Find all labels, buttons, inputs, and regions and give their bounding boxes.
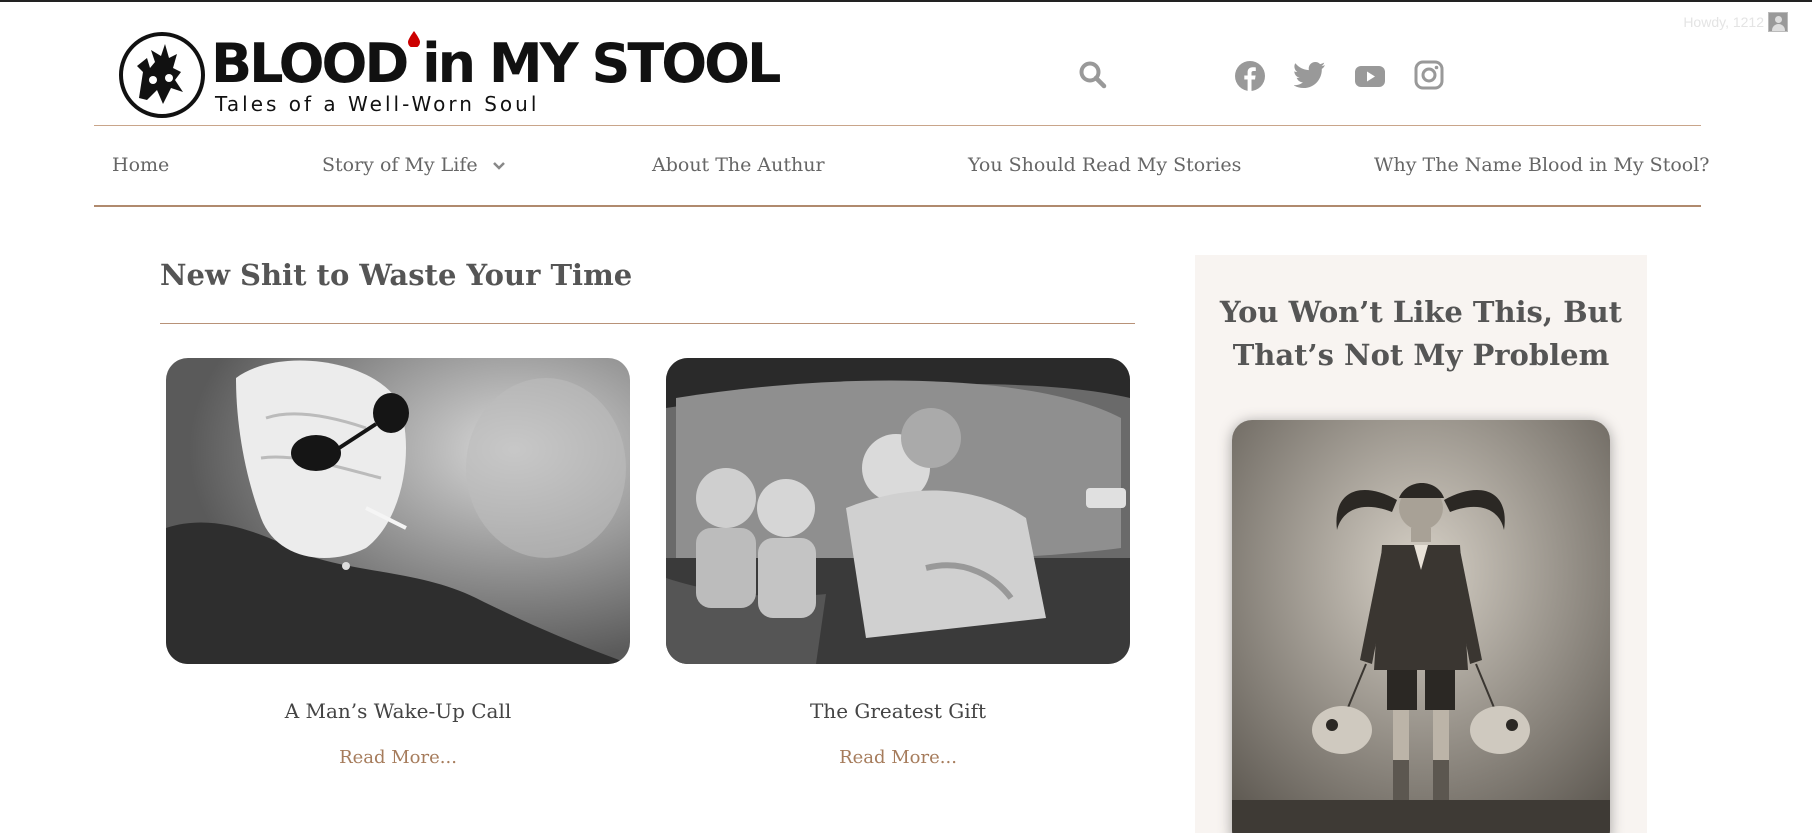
youtube-icon[interactable] [1354, 60, 1386, 92]
read-more-link[interactable]: Read More... [166, 747, 630, 768]
nav-item-label: Story of My Life [322, 154, 478, 176]
post-title[interactable]: The Greatest Gift [666, 699, 1130, 723]
section-title: New Shit to Waste Your Time [160, 258, 633, 292]
admin-greeting[interactable]: Howdy, 1212 [1683, 14, 1764, 30]
sidebar-title-line: You Won’t Like This, But [1219, 295, 1623, 329]
logo-tagline: Tales of a Well-Worn Soul [215, 92, 540, 116]
facebook-icon[interactable] [1234, 60, 1266, 92]
read-more-link[interactable]: Read More... [666, 747, 1130, 768]
section-divider [160, 323, 1135, 324]
search-icon[interactable] [1078, 60, 1110, 92]
nav-item-story-of-my-life[interactable]: Story of My Life [322, 154, 506, 176]
user-avatar-icon[interactable] [1768, 12, 1788, 32]
sidebar-widget: You Won’t Like This, But That’s Not My P… [1195, 255, 1647, 833]
logo-title: BLOOD in MY STOOL [211, 32, 781, 95]
chevron-down-icon[interactable] [492, 161, 506, 171]
post-image[interactable] [166, 358, 630, 664]
sidebar-title: You Won’t Like This, But That’s Not My P… [1195, 291, 1647, 377]
sidebar-title-line: That’s Not My Problem [1232, 338, 1610, 372]
nav-item-about-the-authur[interactable]: About The Authur [652, 154, 825, 176]
logo-emblem-icon [119, 32, 205, 118]
nav-item-why-the-name[interactable]: Why The Name Blood in My Stool? [1374, 154, 1709, 176]
post-image[interactable] [666, 358, 1130, 664]
main-nav: Home Story of My Life About The Authur Y… [94, 125, 1709, 207]
blood-drop-icon [408, 31, 420, 47]
post-title[interactable]: A Man’s Wake-Up Call [166, 699, 630, 723]
twitter-icon[interactable] [1293, 60, 1326, 92]
instagram-icon[interactable] [1414, 60, 1446, 92]
nav-item-read-my-stories[interactable]: You Should Read My Stories [968, 154, 1241, 176]
sidebar-image[interactable] [1232, 420, 1610, 833]
nav-item-home[interactable]: Home [112, 154, 169, 176]
site-logo[interactable]: BLOOD in MY STOOL Tales of a Well-Worn S… [117, 28, 781, 120]
